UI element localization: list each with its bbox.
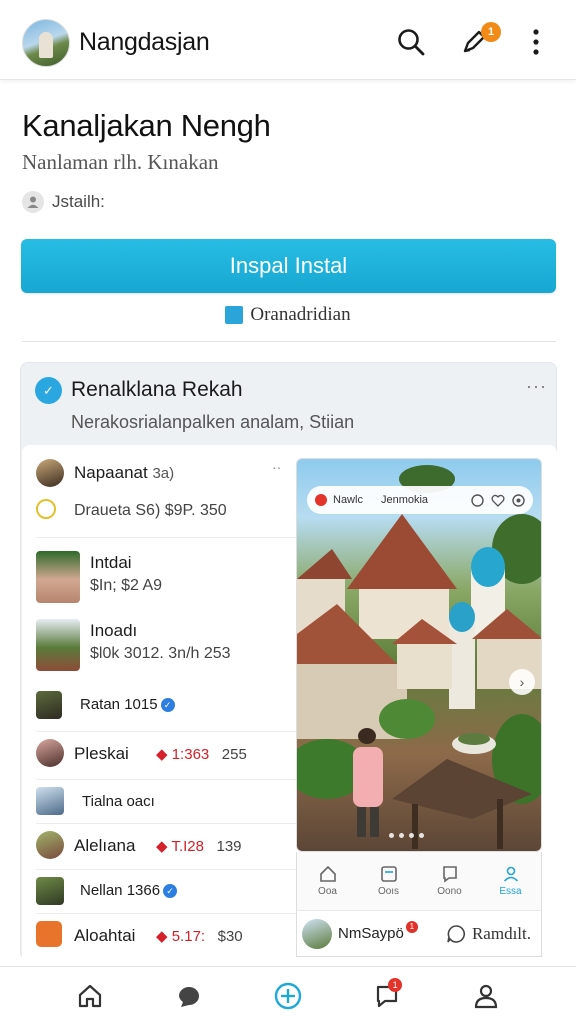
preview-toolbar[interactable]: Nawlc Jenmokia — [307, 486, 533, 514]
comment-button-label: Ramdılt. — [471, 923, 531, 943]
avatar[interactable] — [302, 918, 332, 949]
thumbnail — [36, 877, 64, 905]
author-label: Jstailh: — [52, 192, 105, 211]
more-vert-icon[interactable] — [518, 24, 554, 60]
preview-tab-bar: Ooa Ooıs Oono Essa — [296, 852, 542, 910]
verified-icon: ✓ — [160, 698, 175, 713]
thumbnail — [36, 787, 64, 815]
share-icon[interactable] — [471, 493, 484, 507]
red-diamond-icon: ◆ — [156, 838, 168, 855]
record-icon — [315, 494, 327, 506]
chat-bubble-icon[interactable] — [167, 974, 211, 1018]
bottom-navigation: 1 — [0, 966, 576, 1024]
thumbnail — [36, 551, 80, 603]
profile-icon[interactable]: Essa — [480, 852, 541, 910]
list-item[interactable]: Aloahtai ◆ 5.17: $30 — [36, 919, 304, 953]
list-divider — [36, 731, 298, 732]
list-item-meta: Draueta S6) $9P. 350 — [74, 502, 227, 519]
list-item-name: Alelıana — [74, 836, 136, 855]
app-icon — [36, 921, 62, 947]
list-item[interactable]: Alelıana ◆ T.I28 139 — [36, 829, 304, 863]
list-divider — [36, 913, 298, 914]
footer-username: NmSaypö — [338, 925, 404, 942]
list-item-stats: ◆ 5.17: $30 — [156, 928, 243, 945]
app-title: Nangdasjan — [79, 28, 210, 56]
list-item-name: Napaanat 3a) — [74, 463, 175, 482]
carousel-dots — [389, 833, 424, 838]
play-icon — [36, 499, 56, 519]
app-subtitle: Nanlaman rlh. Kınakan — [22, 150, 219, 174]
list-item-name: Aloahtai — [74, 926, 136, 945]
list-divider — [36, 779, 298, 780]
preview-bar-left-label: Nawlc — [333, 494, 363, 506]
temple-scene-image — [297, 459, 541, 851]
list-item[interactable]: Napaanat 3a) ·· Draueta S6) $9P. 350 — [36, 459, 304, 529]
avatar — [36, 739, 64, 767]
list-item-name: Inoadı — [90, 621, 138, 640]
list-divider — [36, 869, 298, 870]
comment-icon — [447, 924, 465, 943]
red-diamond-icon: ◆ — [156, 746, 168, 763]
card-more-icon[interactable]: ··· — [526, 376, 547, 397]
list-item[interactable]: Ratan 1015 ✓ — [36, 689, 304, 723]
list-item[interactable]: Tialna oacı — [36, 785, 304, 819]
preview-image[interactable]: Nawlc Jenmokia › — [296, 458, 542, 852]
book-icon — [225, 306, 244, 324]
divider — [22, 341, 556, 342]
verified-icon: ✓ — [163, 884, 178, 899]
home-icon[interactable]: Ooa — [297, 852, 358, 910]
list-item-extra: 3a) — [152, 465, 175, 482]
list-item-name: Ratan 1015 ✓ — [80, 696, 175, 713]
comment-badge: 1 — [388, 977, 403, 992]
footer-badge: 1 — [405, 920, 418, 933]
red-diamond-icon: ◆ — [156, 928, 168, 945]
list-item[interactable]: Intdai $In; $2 A9 — [36, 549, 304, 607]
app-name-heading: Kanaljakan Nengh — [22, 108, 271, 143]
avatar — [36, 459, 64, 487]
item-more-icon[interactable]: ·· — [272, 459, 281, 475]
list-item-name: Tialna oacı — [82, 793, 155, 810]
thumbnail — [36, 691, 62, 719]
preview-footer: NmSaypö 1 Ramdılt. — [296, 910, 542, 957]
badge-check-icon: ✓ — [35, 377, 62, 404]
list-divider — [36, 537, 298, 538]
comment-icon[interactable]: 1 — [365, 974, 409, 1018]
list-item[interactable]: Inoadı $l0k 3012. 3n/h 253 — [36, 617, 304, 675]
chevron-right-icon[interactable]: › — [509, 669, 535, 695]
profile-icon[interactable] — [464, 974, 508, 1018]
heart-icon[interactable] — [491, 494, 505, 507]
settings-icon[interactable] — [512, 493, 525, 507]
app-avatar[interactable] — [22, 19, 70, 67]
learn-more-link[interactable]: Oranadridian — [0, 304, 576, 326]
card-title: Renalklana Rekah — [71, 378, 243, 401]
author-row[interactable]: Jstailh: — [22, 191, 105, 213]
comment-button[interactable]: Ramdılt. — [446, 924, 531, 944]
user-icon — [22, 191, 44, 213]
list-item-name: Intdai — [90, 553, 132, 572]
list-item-meta: $l0k 3012. 3n/h 253 — [90, 645, 231, 662]
home-icon[interactable] — [68, 974, 112, 1018]
learn-more-label: Oranadridian — [250, 304, 351, 325]
search-icon[interactable] — [393, 24, 429, 60]
message-icon[interactable]: Oono — [419, 852, 480, 910]
list-item-stats: ◆ T.I28 139 — [156, 838, 242, 855]
card-description: Nerakosrialanpalken analam, Stiian — [71, 412, 355, 432]
list-divider — [36, 823, 298, 824]
add-circle-icon[interactable] — [266, 974, 310, 1018]
list-icon[interactable]: Ooıs — [358, 852, 419, 910]
list-item-name: Pleskai — [74, 744, 129, 763]
list-item[interactable]: Pleskai ◆ 1:363 255 — [36, 737, 304, 771]
install-button[interactable]: Inspal Instal — [21, 239, 556, 293]
thumbnail — [36, 619, 80, 671]
avatar — [36, 831, 64, 859]
top-app-bar: Nangdasjan 1 — [0, 0, 576, 80]
list-item-stats: ◆ 1:363 255 — [156, 746, 247, 763]
notification-badge: 1 — [481, 22, 501, 42]
list-item-name: Nellan 1366 ✓ — [80, 882, 178, 899]
preview-bar-right-label: Jenmokia — [380, 494, 429, 506]
list-item-meta: $In; $2 A9 — [90, 577, 163, 594]
list-item[interactable]: Nellan 1366 ✓ — [36, 875, 304, 909]
